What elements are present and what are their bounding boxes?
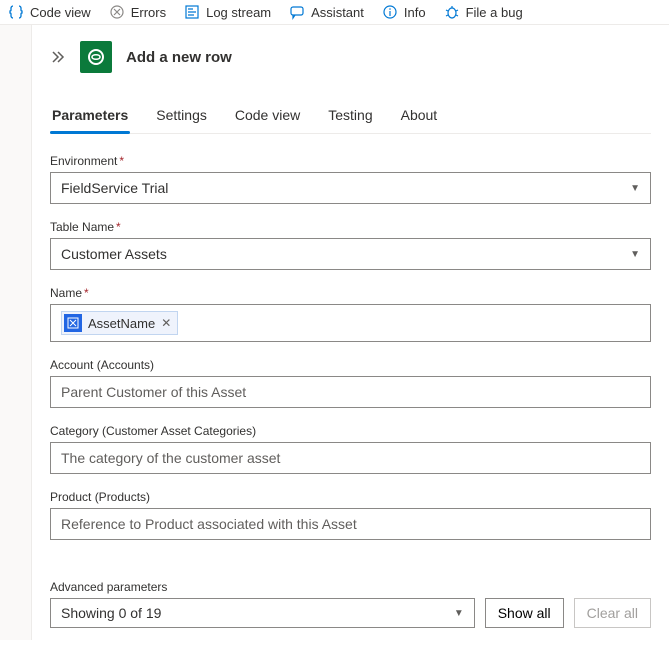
advanced-label: Advanced parameters	[50, 580, 651, 594]
advanced-row: Showing 0 of 19 ▼ Show all Clear all	[50, 598, 651, 628]
left-gutter	[0, 25, 32, 640]
errors-item[interactable]: Errors	[109, 4, 166, 20]
table-name-select[interactable]: Customer Assets ▼	[50, 238, 651, 270]
environment-label: Environment*	[50, 154, 651, 168]
chevron-double-right-icon	[50, 49, 66, 65]
tab-code-view[interactable]: Code view	[233, 101, 302, 133]
file-bug-item[interactable]: File a bug	[444, 4, 523, 20]
product-placeholder: Reference to Product associated with thi…	[61, 516, 357, 532]
category-field: Category (Customer Asset Categories) The…	[50, 424, 651, 474]
top-toolbar: Code view Errors Log stream Assistant In…	[0, 0, 669, 25]
table-name-value: Customer Assets	[61, 246, 167, 262]
token-remove-button[interactable]: ✕	[161, 316, 171, 330]
log-stream-label: Log stream	[206, 5, 271, 20]
main-layout: Add a new row Parameters Settings Code v…	[0, 25, 669, 640]
product-input[interactable]: Reference to Product associated with thi…	[50, 508, 651, 540]
chevron-down-icon: ▼	[630, 183, 640, 194]
tab-about[interactable]: About	[399, 101, 440, 133]
assistant-item[interactable]: Assistant	[289, 4, 364, 20]
chevron-down-icon: ▼	[454, 608, 464, 619]
errors-icon	[109, 4, 125, 20]
product-label: Product (Products)	[50, 490, 651, 504]
table-name-label: Table Name*	[50, 220, 651, 234]
token-text: AssetName	[88, 316, 155, 331]
environment-field: Environment* FieldService Trial ▼	[50, 154, 651, 204]
tabs: Parameters Settings Code view Testing Ab…	[50, 101, 651, 134]
environment-value: FieldService Trial	[61, 180, 168, 196]
expression-token[interactable]: AssetName ✕	[61, 311, 178, 335]
file-bug-label: File a bug	[466, 5, 523, 20]
name-label: Name*	[50, 286, 651, 300]
assistant-icon	[289, 4, 305, 20]
advanced-select[interactable]: Showing 0 of 19 ▼	[50, 598, 475, 628]
show-all-button[interactable]: Show all	[485, 598, 564, 628]
category-input[interactable]: The category of the customer asset	[50, 442, 651, 474]
account-input[interactable]: Parent Customer of this Asset	[50, 376, 651, 408]
account-placeholder: Parent Customer of this Asset	[61, 384, 246, 400]
bug-icon	[444, 4, 460, 20]
advanced-parameters-section: Advanced parameters Showing 0 of 19 ▼ Sh…	[50, 580, 651, 628]
log-stream-item[interactable]: Log stream	[184, 4, 271, 20]
category-label: Category (Customer Asset Categories)	[50, 424, 651, 438]
table-name-field: Table Name* Customer Assets ▼	[50, 220, 651, 270]
tab-parameters[interactable]: Parameters	[50, 101, 130, 133]
info-label: Info	[404, 5, 426, 20]
product-field: Product (Products) Reference to Product …	[50, 490, 651, 540]
tab-settings[interactable]: Settings	[154, 101, 209, 133]
collapse-button[interactable]	[50, 49, 66, 65]
advanced-summary: Showing 0 of 19	[61, 605, 161, 621]
errors-label: Errors	[131, 5, 166, 20]
assistant-label: Assistant	[311, 5, 364, 20]
panel-header: Add a new row	[50, 41, 651, 73]
code-view-item[interactable]: Code view	[8, 4, 91, 20]
tab-testing[interactable]: Testing	[326, 101, 374, 133]
category-placeholder: The category of the customer asset	[61, 450, 280, 466]
name-input[interactable]: AssetName ✕	[50, 304, 651, 342]
info-item[interactable]: Info	[382, 4, 426, 20]
account-field: Account (Accounts) Parent Customer of th…	[50, 358, 651, 408]
braces-icon	[8, 4, 24, 20]
variable-icon	[64, 314, 82, 332]
account-label: Account (Accounts)	[50, 358, 651, 372]
panel-title: Add a new row	[126, 49, 232, 66]
info-icon	[382, 4, 398, 20]
environment-select[interactable]: FieldService Trial ▼	[50, 172, 651, 204]
chevron-down-icon: ▼	[630, 249, 640, 260]
action-panel: Add a new row Parameters Settings Code v…	[32, 25, 669, 640]
name-field: Name* AssetName ✕	[50, 286, 651, 342]
clear-all-button: Clear all	[574, 598, 651, 628]
log-stream-icon	[184, 4, 200, 20]
code-view-label: Code view	[30, 5, 91, 20]
dataverse-icon	[80, 41, 112, 73]
